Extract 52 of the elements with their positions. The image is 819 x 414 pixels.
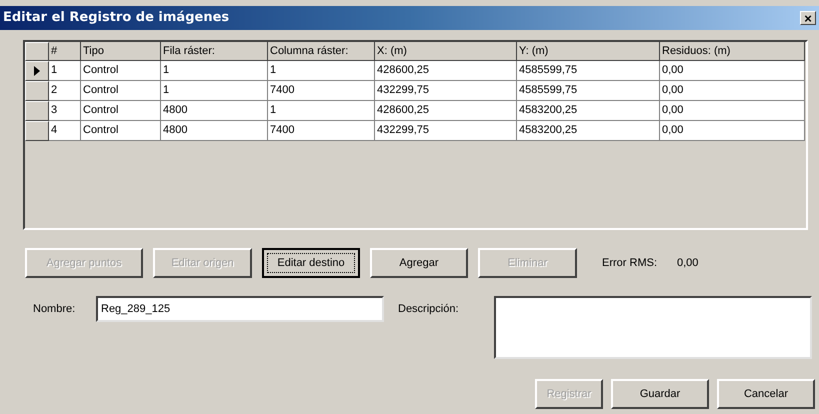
rms-label: Error RMS: [602, 256, 657, 271]
column-header[interactable]: Tipo [81, 42, 161, 61]
dialog-button[interactable]: Agregar [370, 248, 468, 278]
table-cell: 432299,75 [375, 121, 517, 141]
table-cell: 4583200,25 [517, 101, 660, 121]
table-cell: Control [81, 81, 161, 101]
column-header[interactable]: Residuos: (m) [660, 42, 805, 61]
table-cell: Control [81, 61, 161, 81]
table-cell: Control [81, 101, 161, 121]
current-row-icon [34, 66, 40, 76]
row-selector[interactable] [25, 101, 49, 121]
table-cell: 0,00 [660, 81, 805, 101]
description-label: Descripción: [398, 302, 460, 317]
table-cell: 4800 [161, 101, 268, 121]
column-header[interactable]: # [49, 42, 81, 61]
table-cell: 0,00 [660, 61, 805, 81]
table-cell: 1 [268, 101, 375, 121]
row-selector[interactable] [25, 81, 49, 101]
table-cell: Control [81, 121, 161, 141]
table-cell: 1 [268, 61, 375, 81]
row-selector[interactable] [25, 121, 49, 141]
table-cell: 4585599,75 [517, 61, 660, 81]
table-cell: 1 [49, 61, 81, 81]
rms-value: 0,00 [677, 256, 698, 271]
description-field[interactable] [494, 296, 812, 359]
row-selector[interactable] [25, 61, 49, 81]
table-cell: 7400 [268, 81, 375, 101]
table-cell: 2 [49, 81, 81, 101]
dialog-button[interactable]: Cancelar [717, 379, 815, 409]
table-cell: 1 [161, 61, 268, 81]
table-cell: 4583200,25 [517, 121, 660, 141]
dialog-button[interactable]: Editar destino [262, 248, 360, 278]
column-header[interactable]: Y: (m) [517, 42, 660, 61]
table-cell: 3 [49, 101, 81, 121]
table-cell: 7400 [268, 121, 375, 141]
table-cell: 432299,75 [375, 81, 517, 101]
table-cell: 428600,25 [375, 61, 517, 81]
column-header[interactable]: Fila ráster: [161, 42, 268, 61]
column-header[interactable]: X: (m) [375, 42, 517, 61]
column-header[interactable]: Columna ráster: [268, 42, 375, 61]
table-cell: 1 [161, 81, 268, 101]
table-cell: 428600,25 [375, 101, 517, 121]
table-cell: 0,00 [660, 121, 805, 141]
name-label: Nombre: [33, 302, 76, 317]
table-cell: 0,00 [660, 101, 805, 121]
window-title: Editar el Registro de imágenes [3, 9, 230, 28]
name-field[interactable]: Reg_289_125 [96, 296, 384, 322]
dialog-button[interactable]: Guardar [611, 379, 709, 409]
table-cell: 4585599,75 [517, 81, 660, 101]
table-cell: 4800 [161, 121, 268, 141]
close-button[interactable]: × [800, 11, 816, 25]
table-cell: 4 [49, 121, 81, 141]
